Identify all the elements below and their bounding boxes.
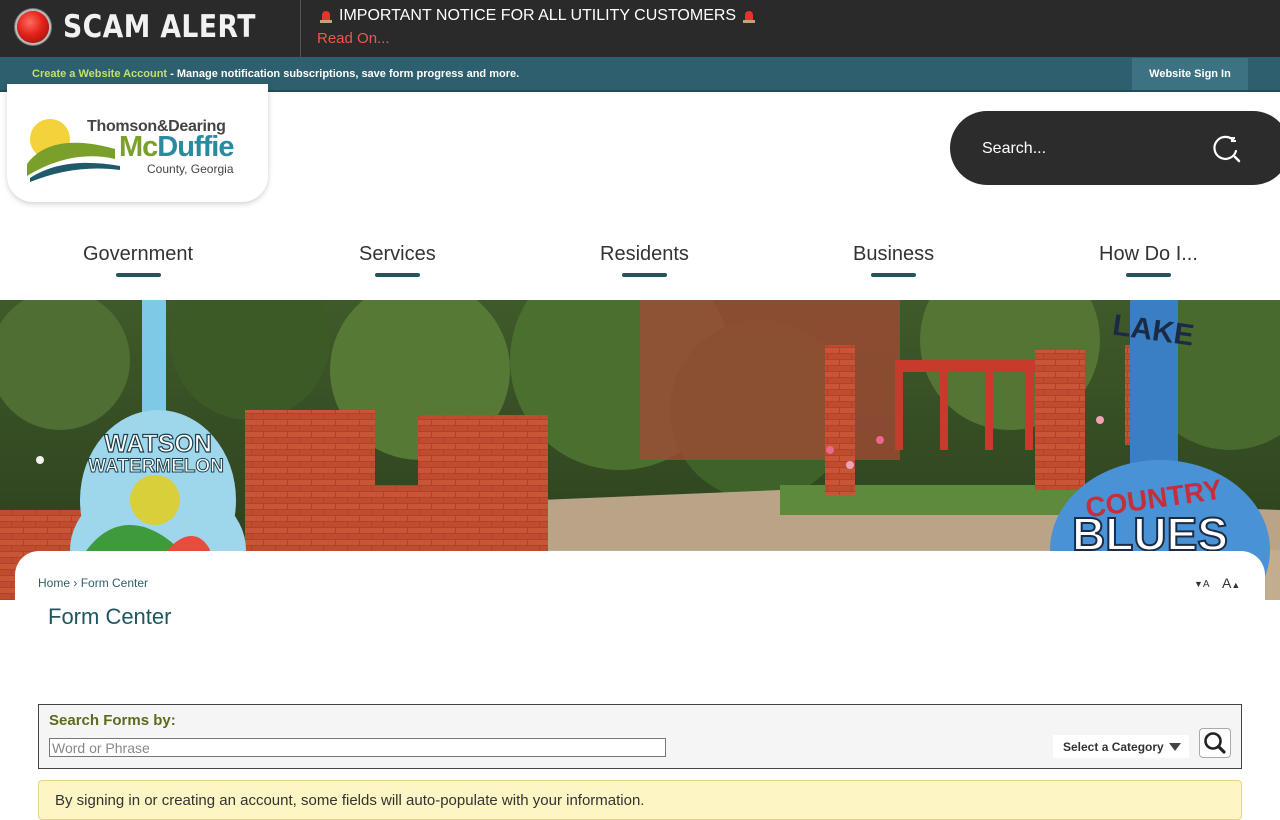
site-search-input[interactable] bbox=[980, 129, 1194, 169]
siren-icon bbox=[319, 9, 333, 23]
category-select[interactable]: Select a Category bbox=[1053, 735, 1189, 758]
nav-underline bbox=[374, 273, 420, 277]
category-select-label: Select a Category bbox=[1063, 739, 1164, 754]
dropdown-arrow-icon bbox=[1169, 743, 1181, 751]
read-on-link[interactable]: Read On... bbox=[317, 30, 390, 47]
search-icon[interactable] bbox=[1210, 132, 1242, 164]
logo-line-county: County, Georgia bbox=[147, 162, 234, 176]
breadcrumb-form-center-link[interactable]: Form Center bbox=[81, 576, 148, 590]
guitar-text-watermelon: WATERMELON bbox=[88, 456, 224, 477]
nav-government[interactable]: Government bbox=[83, 243, 193, 277]
nav-business[interactable]: Business bbox=[853, 243, 934, 277]
logo-line-mcduffie: McDuffie bbox=[119, 131, 234, 163]
breadcrumb-home-link[interactable]: Home bbox=[38, 576, 70, 590]
nav-residents[interactable]: Residents bbox=[600, 243, 689, 277]
siren-icon bbox=[742, 9, 756, 23]
word-or-phrase-input[interactable] bbox=[49, 738, 666, 757]
nav-label: How Do I... bbox=[1099, 243, 1198, 265]
caret-down-icon: ▼ bbox=[1194, 579, 1203, 589]
website-sign-in-button[interactable]: Website Sign In bbox=[1132, 58, 1248, 90]
nav-label: Business bbox=[853, 243, 935, 265]
content-card bbox=[15, 551, 1265, 811]
nav-services[interactable]: Services bbox=[359, 243, 436, 277]
alert-light-icon bbox=[17, 11, 49, 43]
nav-underline bbox=[621, 273, 667, 277]
alert-notice-text: IMPORTANT NOTICE FOR ALL UTILITY CUSTOME… bbox=[339, 7, 737, 24]
magnifier-icon bbox=[1204, 732, 1226, 754]
nav-label: Services bbox=[359, 243, 436, 265]
sign-in-notice-text: By signing in or creating an account, so… bbox=[55, 792, 645, 809]
nav-how-do-i[interactable]: How Do I... bbox=[1099, 243, 1198, 277]
breadcrumb-separator: › bbox=[70, 576, 81, 590]
caret-up-icon: ▲ bbox=[1231, 580, 1241, 590]
form-search-button[interactable] bbox=[1199, 728, 1231, 758]
decrease-font-button[interactable]: ▼A bbox=[1194, 576, 1210, 590]
scam-alert-heading: SCAM ALERT bbox=[0, 0, 301, 57]
breadcrumb: Home › Form Center bbox=[38, 576, 148, 590]
nav-label: Residents bbox=[600, 243, 689, 265]
site-logo[interactable]: Thomson&Dearing McDuffie County, Georgia bbox=[7, 84, 268, 202]
guitar-text-watson: WATSON bbox=[104, 430, 212, 458]
nav-underline bbox=[1125, 273, 1171, 277]
search-forms-label: Search Forms by: bbox=[49, 712, 176, 729]
page-title: Form Center bbox=[48, 604, 172, 629]
create-account-link[interactable]: Create a Website Account bbox=[32, 68, 167, 80]
nav-underline bbox=[871, 273, 917, 277]
alert-notice: IMPORTANT NOTICE FOR ALL UTILITY CUSTOME… bbox=[319, 7, 756, 25]
nav-underline bbox=[115, 273, 161, 277]
nav-label: Government bbox=[83, 243, 194, 265]
increase-font-button[interactable]: A▲ bbox=[1222, 575, 1240, 591]
scam-alert-title: SCAM ALERT bbox=[63, 9, 256, 45]
account-message: Create a Website Account - Manage notifi… bbox=[32, 68, 519, 80]
account-description: - Manage notification subscriptions, sav… bbox=[167, 68, 520, 80]
